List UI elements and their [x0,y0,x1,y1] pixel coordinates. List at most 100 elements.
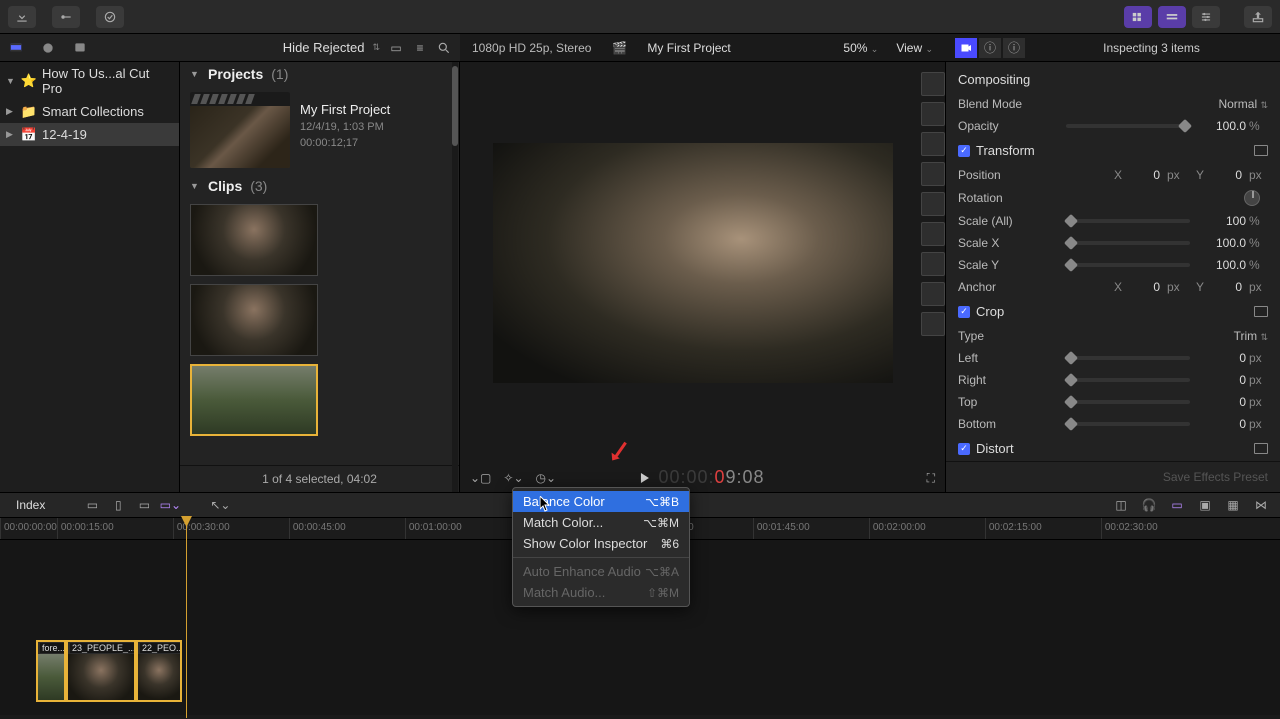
chevron-updown-icon: ⇅ [372,42,380,53]
crop-checkbox[interactable]: ✓ [958,306,970,318]
timeline-clip[interactable]: 23_PEOPLE_... [66,640,136,702]
filter-label[interactable]: Hide Rejected [283,40,365,55]
position-y[interactable]: 0 [1208,168,1242,182]
library-item-label: 12-4-19 [42,127,87,142]
connect-clip-icon[interactable]: ▭ [83,497,101,513]
ruler-tick: 00:00:15:00 [57,518,173,539]
photos-icon[interactable] [40,40,56,56]
overlay-tool[interactable] [921,192,945,216]
overlay-tool[interactable] [921,312,945,336]
overwrite-clip-icon[interactable]: ▭⌄ [161,497,179,513]
effects-tool-icon[interactable]: ✧⌄ [503,471,523,485]
play-button[interactable] [640,473,648,483]
import-button[interactable] [8,6,36,28]
background-tasks-button[interactable] [96,6,124,28]
library-item[interactable]: ▶ 📁 Smart Collections [0,100,179,123]
disclosure-icon[interactable]: ▶ [6,106,16,117]
viewer-frame[interactable] [493,143,893,383]
transform-checkbox[interactable]: ✓ [958,145,970,157]
scale-x-slider[interactable] [1066,241,1190,245]
solo-icon[interactable]: ▭ [1168,497,1186,513]
menu-item-show-color-inspector[interactable]: Show Color Inspector⌘6 [513,533,689,554]
position-x[interactable]: 0 [1126,168,1160,182]
reset-icon[interactable] [1254,145,1268,156]
overlay-tool[interactable] [921,162,945,186]
menu-separator [513,557,689,558]
overlay-tool[interactable] [921,222,945,246]
layout-inspector-button[interactable] [1192,6,1220,28]
mouse-cursor [540,496,552,512]
library-item[interactable]: ▼ ⭐ How To Us...al Cut Pro [0,62,179,100]
video-inspector-tab[interactable] [955,38,977,58]
info-inspector-tab[interactable]: ⓘ [979,38,1001,58]
overlay-tool[interactable] [921,102,945,126]
menu-item-match-color[interactable]: Match Color...⌥⌘M [513,512,689,533]
project-card[interactable]: My First Project 12/4/19, 1:03 PM 00:00:… [180,86,459,174]
folder-icon: 📁 [22,105,36,119]
overlay-tool[interactable] [921,282,945,306]
select-tool-icon[interactable]: ↖⌄ [211,497,229,513]
effects-browser-icon[interactable]: ▦ [1224,497,1242,513]
viewer-overlay-tools [921,72,945,336]
append-clip-icon[interactable]: ▭ [135,497,153,513]
audio-skimming-icon[interactable]: 🎧 [1140,497,1158,513]
layout-browser-button[interactable] [1124,6,1152,28]
zoom-control[interactable]: 50% ⌄ [843,41,878,55]
view-menu[interactable]: View ⌄ [896,41,933,55]
overlay-tool[interactable] [921,72,945,96]
library-item-label: How To Us...al Cut Pro [42,66,173,96]
titles-icon[interactable] [72,40,88,56]
scale-all-slider[interactable] [1066,219,1190,223]
opacity-value[interactable]: 100.0 [1198,119,1246,133]
library-icon[interactable] [8,40,24,56]
disclosure-icon[interactable]: ▶ [6,129,16,140]
distort-checkbox[interactable]: ✓ [958,443,970,455]
scrollbar[interactable] [452,62,458,492]
blend-mode-value[interactable]: Normal ⇅ [1218,97,1268,111]
library-sidebar: ▼ ⭐ How To Us...al Cut Pro ▶ 📁 Smart Col… [0,62,180,492]
skimming-icon[interactable]: ◫ [1112,497,1130,513]
fullscreen-icon[interactable]: ⛶ [927,471,935,485]
reset-icon[interactable] [1254,306,1268,317]
search-icon[interactable] [436,40,452,56]
scale-y-slider[interactable] [1066,263,1190,267]
clip-thumbnail[interactable] [190,284,318,356]
share-button[interactable] [1244,6,1272,28]
section-title: Transform [976,143,1035,158]
transitions-browser-icon[interactable]: ⋈ [1252,497,1270,513]
clips-section[interactable]: ▼ Clips (3) [180,174,459,198]
crop-type[interactable]: Trim ⇅ [1234,329,1268,343]
disclosure-icon[interactable]: ▼ [6,76,16,86]
ruler-tick: 00:02:15:00 [985,518,1101,539]
overlay-tool[interactable] [921,252,945,276]
rotation-dial[interactable] [1244,190,1260,206]
list-view-icon[interactable]: ≡ [412,40,428,56]
browser-footer: 1 of 4 selected, 04:02 [180,465,459,492]
generic-inspector-tab[interactable]: ⓘ [1003,38,1025,58]
project-date: 12/4/19, 1:03 PM [300,121,390,133]
app-toolbar [0,0,1280,34]
section-title: Crop [976,304,1004,319]
timeline-clip[interactable]: 22_PEO... [136,640,182,702]
crop-tool-icon[interactable]: ⌄▢ [470,471,491,485]
clip-thumbnail[interactable] [190,364,318,436]
transform-section: ✓ Transform [946,137,1280,164]
viewer-panel: ⌄▢ ✧⌄ ◷⌄ 00:00:09:08 ⛶ [460,62,945,492]
timeline-clip[interactable]: fore... [36,640,66,702]
retime-tool-icon[interactable]: ◷⌄ [536,471,557,485]
layout-timeline-button[interactable] [1158,6,1186,28]
clip-thumbnail[interactable] [190,204,318,276]
projects-section[interactable]: ▼ Projects (1) [180,62,459,86]
opacity-slider[interactable] [1066,124,1190,128]
library-item[interactable]: ▶ 📅 12-4-19 [0,123,179,146]
snapping-icon[interactable]: ▣ [1196,497,1214,513]
timeline-index-button[interactable]: Index [10,496,51,514]
overlay-tool[interactable] [921,132,945,156]
reset-icon[interactable] [1254,443,1268,454]
keyword-button[interactable] [52,6,80,28]
insert-clip-icon[interactable]: ▯ [109,497,127,513]
clip-appearance-icon[interactable]: ▭ [388,40,404,56]
playhead[interactable] [186,518,187,718]
ruler-tick: 00:02:00:00 [869,518,985,539]
menu-item-match-audio: Match Audio...⇧⌘M [513,582,689,603]
